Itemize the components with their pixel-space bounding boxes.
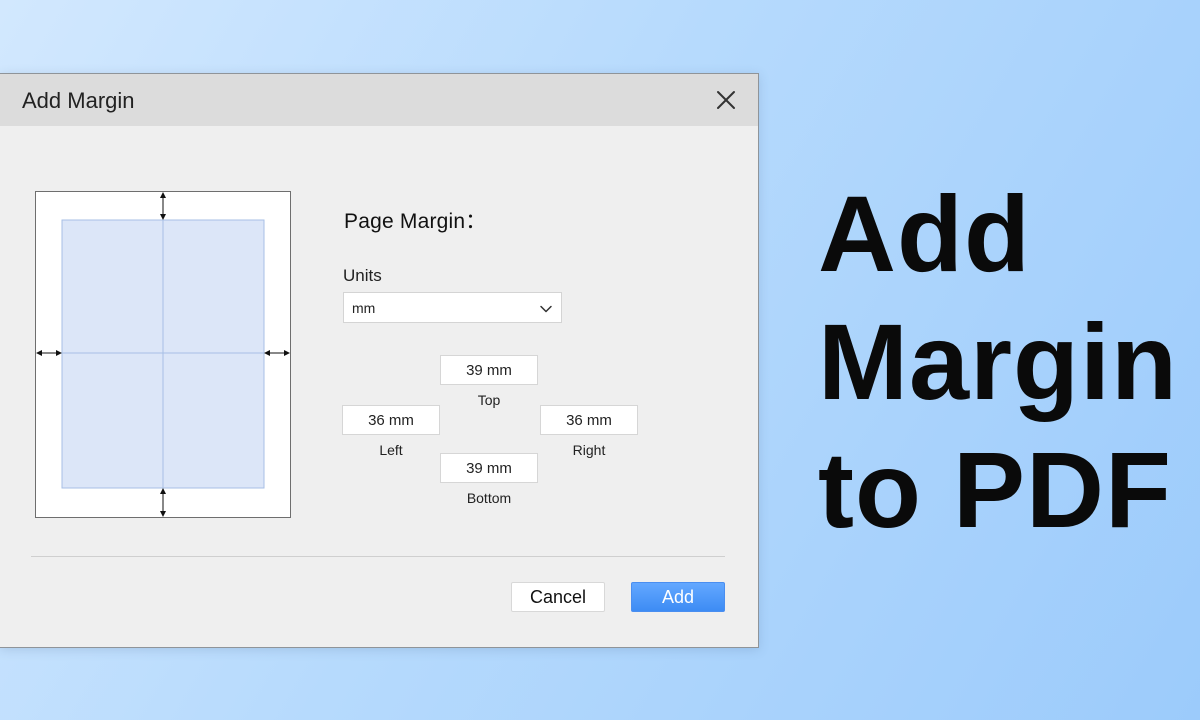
cancel-button[interactable]: Cancel <box>511 582 605 612</box>
left-margin-label: Left <box>379 442 403 458</box>
units-select[interactable]: mm <box>343 292 562 323</box>
hero-line-3: to PDF <box>818 429 1172 550</box>
add-margin-dialog: Add Margin Page Margin： Units mm 39 mm T… <box>0 73 759 648</box>
page-margin-preview <box>35 191 291 518</box>
add-button[interactable]: Add <box>631 582 725 612</box>
page-margin-heading: Page Margin： <box>344 210 487 233</box>
bottom-margin-input[interactable] <box>440 453 538 483</box>
page-preview-graphic <box>36 192 290 517</box>
top-margin-input[interactable] <box>440 355 538 385</box>
footer-divider <box>31 556 725 557</box>
close-icon <box>717 91 735 109</box>
dialog-title: Add Margin <box>22 88 135 113</box>
right-margin-label: Right <box>572 442 606 458</box>
left-margin-input[interactable] <box>342 405 440 435</box>
top-margin-label: Top <box>477 392 501 408</box>
close-button[interactable] <box>714 88 738 112</box>
hero-line-2: Margin <box>818 301 1179 422</box>
right-margin-input[interactable] <box>540 405 638 435</box>
hero-headline: Add Margin to PDF <box>818 170 1178 554</box>
units-label: Units <box>343 266 382 285</box>
units-selected-value: mm <box>352 300 376 316</box>
chevron-down-icon <box>540 305 552 313</box>
dialog-titlebar: Add Margin <box>0 74 758 126</box>
hero-line-1: Add <box>818 173 1031 294</box>
bottom-margin-label: Bottom <box>466 490 512 506</box>
